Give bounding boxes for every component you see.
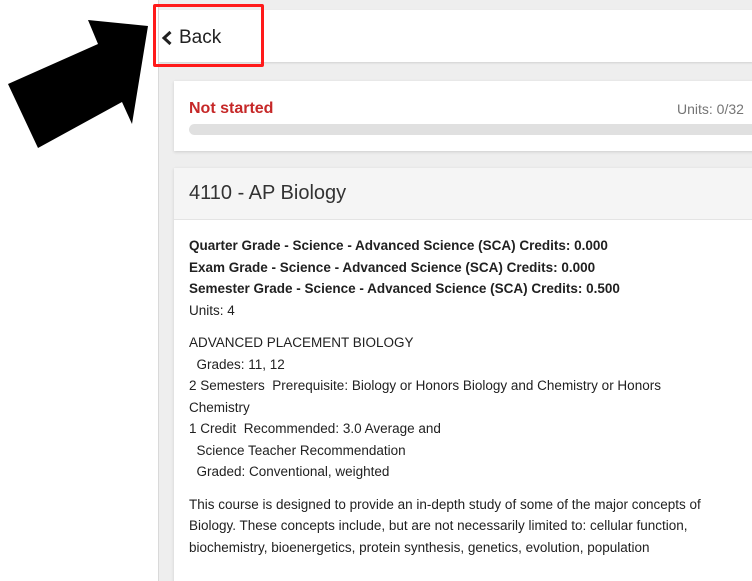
detail-line: 1 Credit Recommended: 3.0 Average and bbox=[189, 421, 441, 436]
detail-line: Chemistry bbox=[189, 399, 250, 415]
course-planner-page: Back Not started Units: 0/32 4110 - AP B… bbox=[158, 0, 752, 581]
units-summary: Units: 0/32 bbox=[677, 101, 744, 117]
course-title: 4110 - AP Biology bbox=[174, 168, 752, 220]
progress-card: Not started Units: 0/32 bbox=[174, 81, 752, 151]
arrow-annotation-icon bbox=[8, 20, 148, 148]
back-button[interactable]: Back bbox=[161, 18, 221, 58]
detail-line: Grades: 11, 12 bbox=[189, 356, 285, 372]
status-badge: Not started bbox=[189, 100, 274, 117]
credit-line: Quarter Grade - Science - Advanced Scien… bbox=[189, 238, 608, 253]
detail-line: Graded: Conventional, weighted bbox=[189, 464, 390, 479]
course-details: Quarter Grade - Science - Advanced Scien… bbox=[174, 220, 752, 558]
progress-bar bbox=[189, 124, 752, 135]
back-label: Back bbox=[179, 27, 222, 48]
course-description: This course is designed to provide an in… bbox=[189, 496, 701, 555]
top-bar: Back bbox=[159, 10, 752, 62]
detail-line: ADVANCED PLACEMENT BIOLOGY bbox=[189, 335, 414, 350]
credit-line: Semester Grade - Science - Advanced Scie… bbox=[189, 281, 620, 296]
chevron-left-icon bbox=[161, 30, 172, 46]
detail-line: Science Teacher Recommendation bbox=[189, 442, 406, 458]
detail-line: 2 Semesters Prerequisite: Biology or Hon… bbox=[189, 378, 661, 393]
course-card: 4110 - AP Biology Quarter Grade - Scienc… bbox=[174, 168, 752, 581]
course-units: Units: 4 bbox=[189, 302, 235, 318]
credit-line: Exam Grade - Science - Advanced Science … bbox=[189, 259, 596, 275]
